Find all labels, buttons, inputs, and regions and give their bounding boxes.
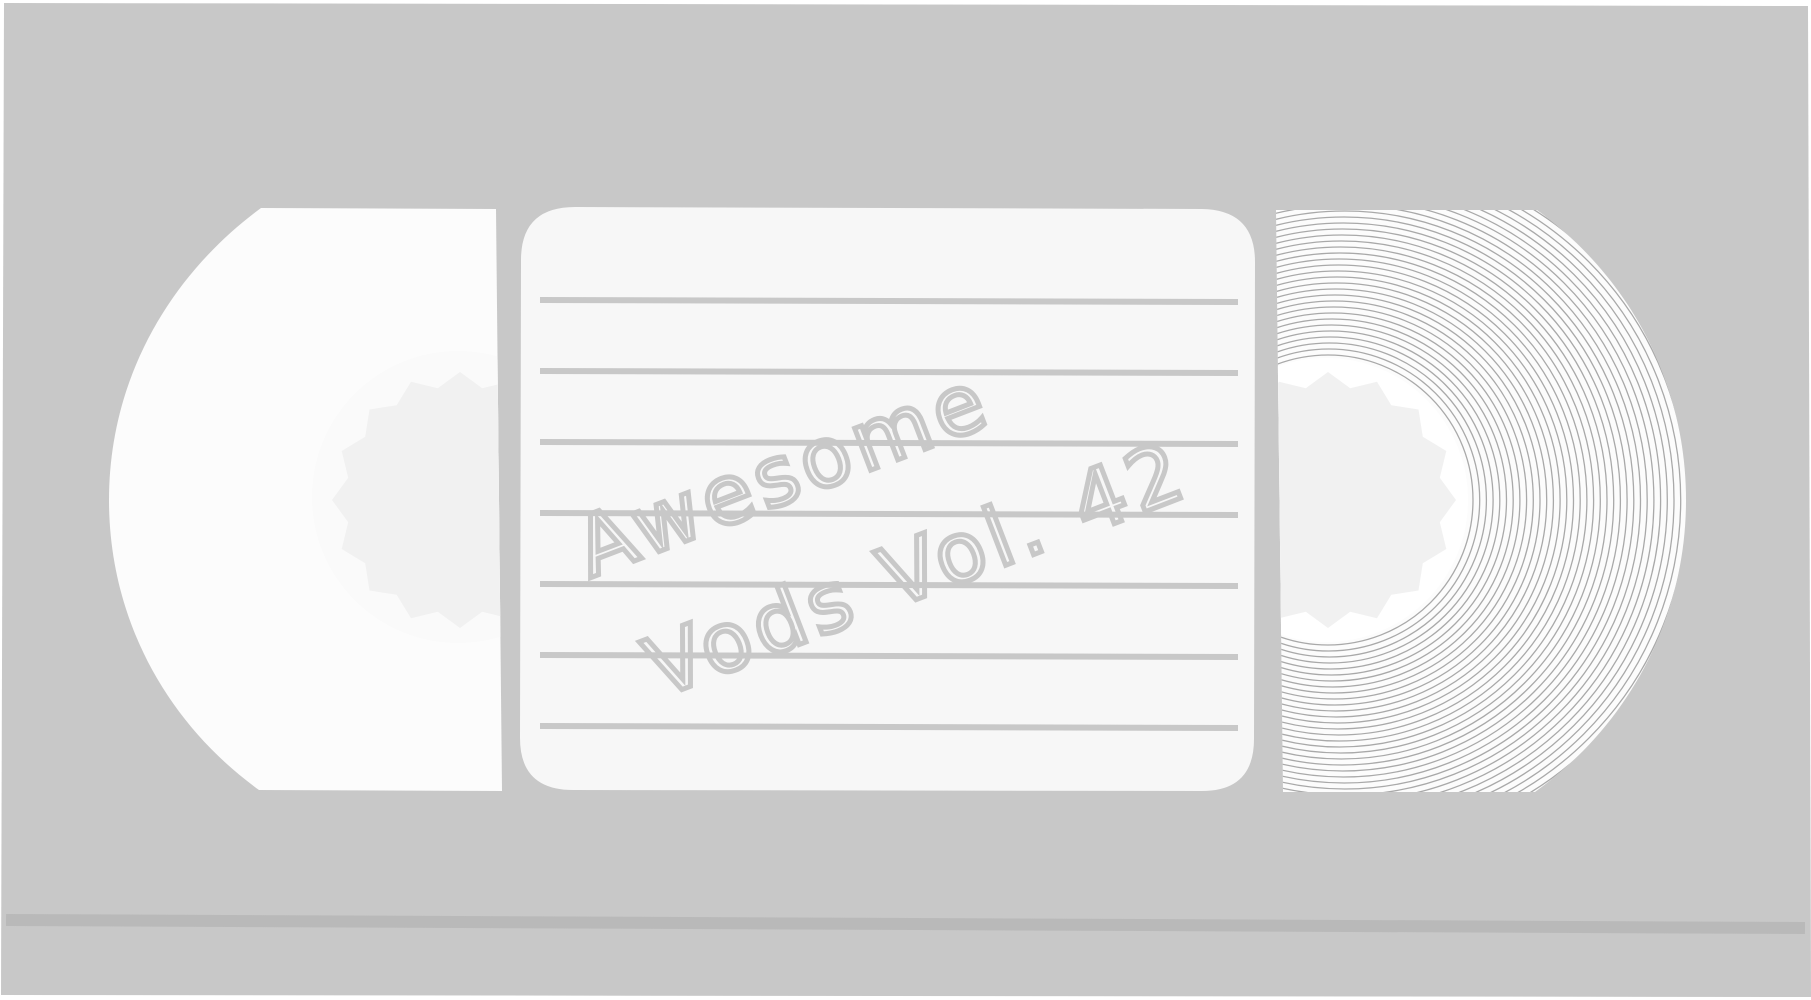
label-ruled-line [539, 723, 1239, 731]
label-ruled-line [539, 368, 1239, 376]
vhs-cassette-icon: Awesome Vods Vol. 42 [1, 3, 1811, 997]
label-ruled-line [539, 297, 1239, 305]
bottom-groove [5, 914, 1806, 934]
